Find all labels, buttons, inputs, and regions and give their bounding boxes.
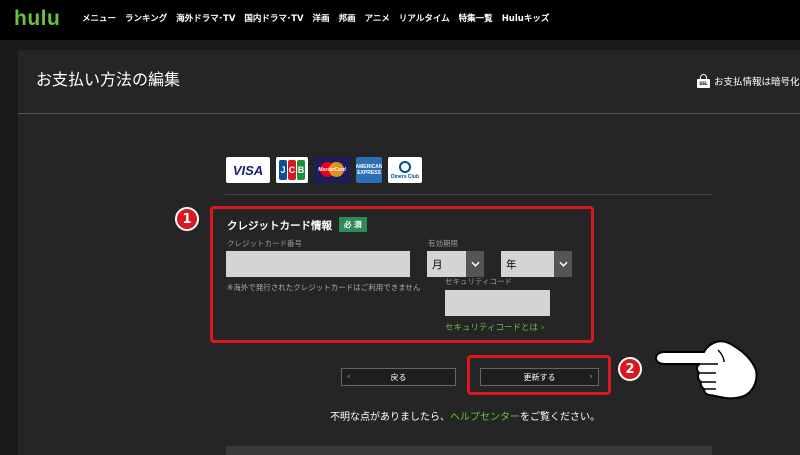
jcb-logo: J C B bbox=[276, 157, 308, 183]
pointing-hand-icon bbox=[654, 340, 758, 400]
nav-item-anime[interactable]: アニメ bbox=[365, 12, 390, 24]
nav-item-overseas-drama[interactable]: 海外ドラマ･TV bbox=[176, 12, 235, 24]
top-navigation-bar: hulu メニュー ランキング 海外ドラマ･TV 国内ドラマ･TV 洋画 邦画 … bbox=[0, 0, 800, 40]
footer-strip bbox=[226, 446, 712, 455]
nav-item-realtime[interactable]: リアルタイム bbox=[399, 12, 450, 24]
help-text-before: 不明な点がありましたら、 bbox=[330, 412, 450, 423]
accepted-cards: VISA J C B MasterCard AMERICAN EXPRESS D… bbox=[226, 157, 422, 183]
highlight-box-update bbox=[467, 355, 611, 395]
step-badge-1: 1 bbox=[175, 207, 199, 231]
back-button[interactable]: ‹ 戻る bbox=[341, 368, 456, 386]
nav-item-japanese-movies[interactable]: 邦画 bbox=[339, 12, 356, 24]
help-text-after: をご覧ください。 bbox=[520, 412, 600, 423]
nav-item-kids[interactable]: Huluキッズ bbox=[502, 12, 550, 24]
nav-menu: メニュー ランキング 海外ドラマ･TV 国内ドラマ･TV 洋画 邦画 アニメ リ… bbox=[82, 12, 549, 24]
visa-logo: VISA bbox=[226, 157, 270, 183]
help-message: 不明な点がありましたら、ヘルプセンターをご覧ください。 bbox=[330, 408, 600, 423]
nav-item-menu[interactable]: メニュー bbox=[82, 12, 116, 24]
ssl-text: お支払情報は暗号化 bbox=[714, 77, 800, 88]
hulu-logo[interactable]: hulu bbox=[14, 7, 60, 31]
cards-divider bbox=[225, 194, 712, 195]
help-center-link[interactable]: ヘルプセンター bbox=[450, 412, 520, 423]
nav-item-features[interactable]: 特集一覧 bbox=[459, 12, 493, 24]
chevron-left-icon: ‹ bbox=[347, 372, 351, 382]
nav-item-ranking[interactable]: ランキング bbox=[125, 12, 167, 24]
highlight-box-form bbox=[210, 206, 594, 343]
ssl-notice: SSL お支払情報は暗号化 bbox=[697, 74, 800, 88]
nav-item-domestic-drama[interactable]: 国内ドラマ･TV bbox=[244, 12, 303, 24]
step-badge-2: 2 bbox=[618, 357, 642, 381]
nav-item-western-movies[interactable]: 洋画 bbox=[313, 12, 330, 24]
amex-logo: AMERICAN EXPRESS bbox=[356, 157, 382, 183]
mastercard-logo: MasterCard bbox=[314, 157, 350, 183]
page-title: お支払い方法の編集 bbox=[36, 70, 181, 89]
diners-logo: Diners Club bbox=[388, 157, 422, 183]
back-button-label: 戻る bbox=[390, 372, 407, 382]
lock-icon: SSL bbox=[697, 74, 710, 88]
header-divider bbox=[18, 113, 800, 114]
